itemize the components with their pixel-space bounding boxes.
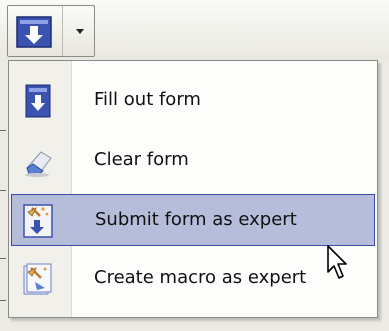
menu-item-submit-form-as-expert[interactable]: Submit form as expert <box>11 194 375 246</box>
mouse-pointer-icon <box>327 245 347 279</box>
form-download-icon[interactable] <box>16 16 52 48</box>
form-split-button[interactable] <box>7 5 95 57</box>
menu-item-create-macro-as-expert[interactable]: Create macro as expert <box>11 253 375 305</box>
fill-form-icon <box>25 84 51 118</box>
menu-item-label: Fill out form <box>94 89 201 110</box>
eraser-icon <box>25 151 52 177</box>
split-separator <box>62 6 63 56</box>
chevron-down-icon[interactable] <box>71 20 89 40</box>
menu-item-clear-form[interactable]: Clear form <box>11 135 375 187</box>
menu-item-label: Create macro as expert <box>94 267 307 288</box>
menu-item-label: Clear form <box>94 149 189 170</box>
dropdown-menu: Fill out form Clear form Submit form as … <box>8 60 378 318</box>
submit-expert-icon <box>23 204 53 238</box>
menu-item-label: Submit form as expert <box>95 209 297 230</box>
menu-item-fill-out-form[interactable]: Fill out form <box>11 75 375 127</box>
macro-expert-icon <box>23 263 52 295</box>
toolbar <box>0 0 389 60</box>
